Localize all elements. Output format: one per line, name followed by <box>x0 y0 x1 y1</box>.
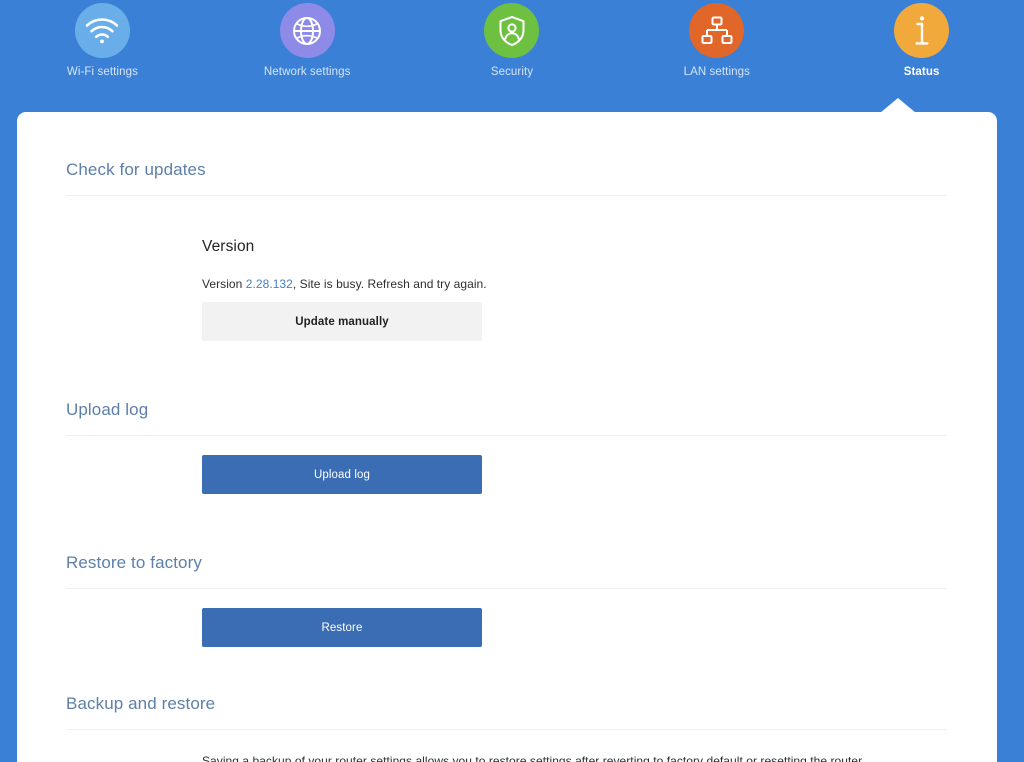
nav-label-network-settings: Network settings <box>263 66 351 78</box>
nav-label-lan-settings: LAN settings <box>683 66 750 78</box>
divider-backup-and-restore <box>66 729 947 730</box>
restore-button[interactable]: Restore <box>202 608 482 647</box>
divider-check-for-updates <box>66 195 947 196</box>
section-title-check-for-updates: Check for updates <box>66 160 206 179</box>
version-number: 2.28.132 <box>245 277 293 291</box>
info-icon <box>912 15 932 47</box>
update-manually-button[interactable]: Update manually <box>202 302 482 341</box>
nav-item-lan-settings[interactable]: LAN settings <box>614 0 819 79</box>
nav-label-status: Status <box>903 66 940 78</box>
sitemap-icon <box>701 16 733 46</box>
nav-item-network-settings[interactable]: Network settings <box>205 0 410 79</box>
section-title-restore-to-factory: Restore to factory <box>66 553 202 572</box>
shield-person-icon <box>498 15 526 47</box>
nav-item-security[interactable]: Security <box>410 0 615 79</box>
wifi-icon-circle <box>74 3 130 58</box>
version-message: , Site is busy. Refresh and try again. <box>292 277 487 291</box>
wifi-icon <box>85 17 119 44</box>
nav-label-security: Security <box>490 66 534 78</box>
section-title-backup-and-restore: Backup and restore <box>66 694 216 713</box>
version-heading: Version <box>202 238 255 255</box>
globe-icon <box>292 16 322 46</box>
main-navigation: Wi-Fi settings Network settings Security… <box>0 0 1024 112</box>
nav-item-wifi-settings[interactable]: Wi-Fi settings <box>0 0 205 79</box>
version-status-text: Version 2.28.132, Site is busy. Refresh … <box>202 277 487 291</box>
shield-person-icon-circle <box>484 3 540 58</box>
info-icon-circle <box>894 3 950 58</box>
globe-icon-circle <box>279 3 335 58</box>
backup-description: Saving a backup of your router settings … <box>202 754 865 762</box>
content-panel: Check for updates Version Version 2.28.1… <box>17 112 997 762</box>
nav-label-wifi-settings: Wi-Fi settings <box>66 66 138 78</box>
sitemap-icon-circle <box>689 3 745 58</box>
active-tab-pointer <box>880 98 916 113</box>
divider-upload-log <box>66 435 947 436</box>
upload-log-button[interactable]: Upload log <box>202 455 482 494</box>
section-title-upload-log: Upload log <box>66 400 149 419</box>
nav-item-status[interactable]: Status <box>819 0 1024 79</box>
version-prefix: Version <box>202 277 246 291</box>
divider-restore-to-factory <box>66 588 947 589</box>
